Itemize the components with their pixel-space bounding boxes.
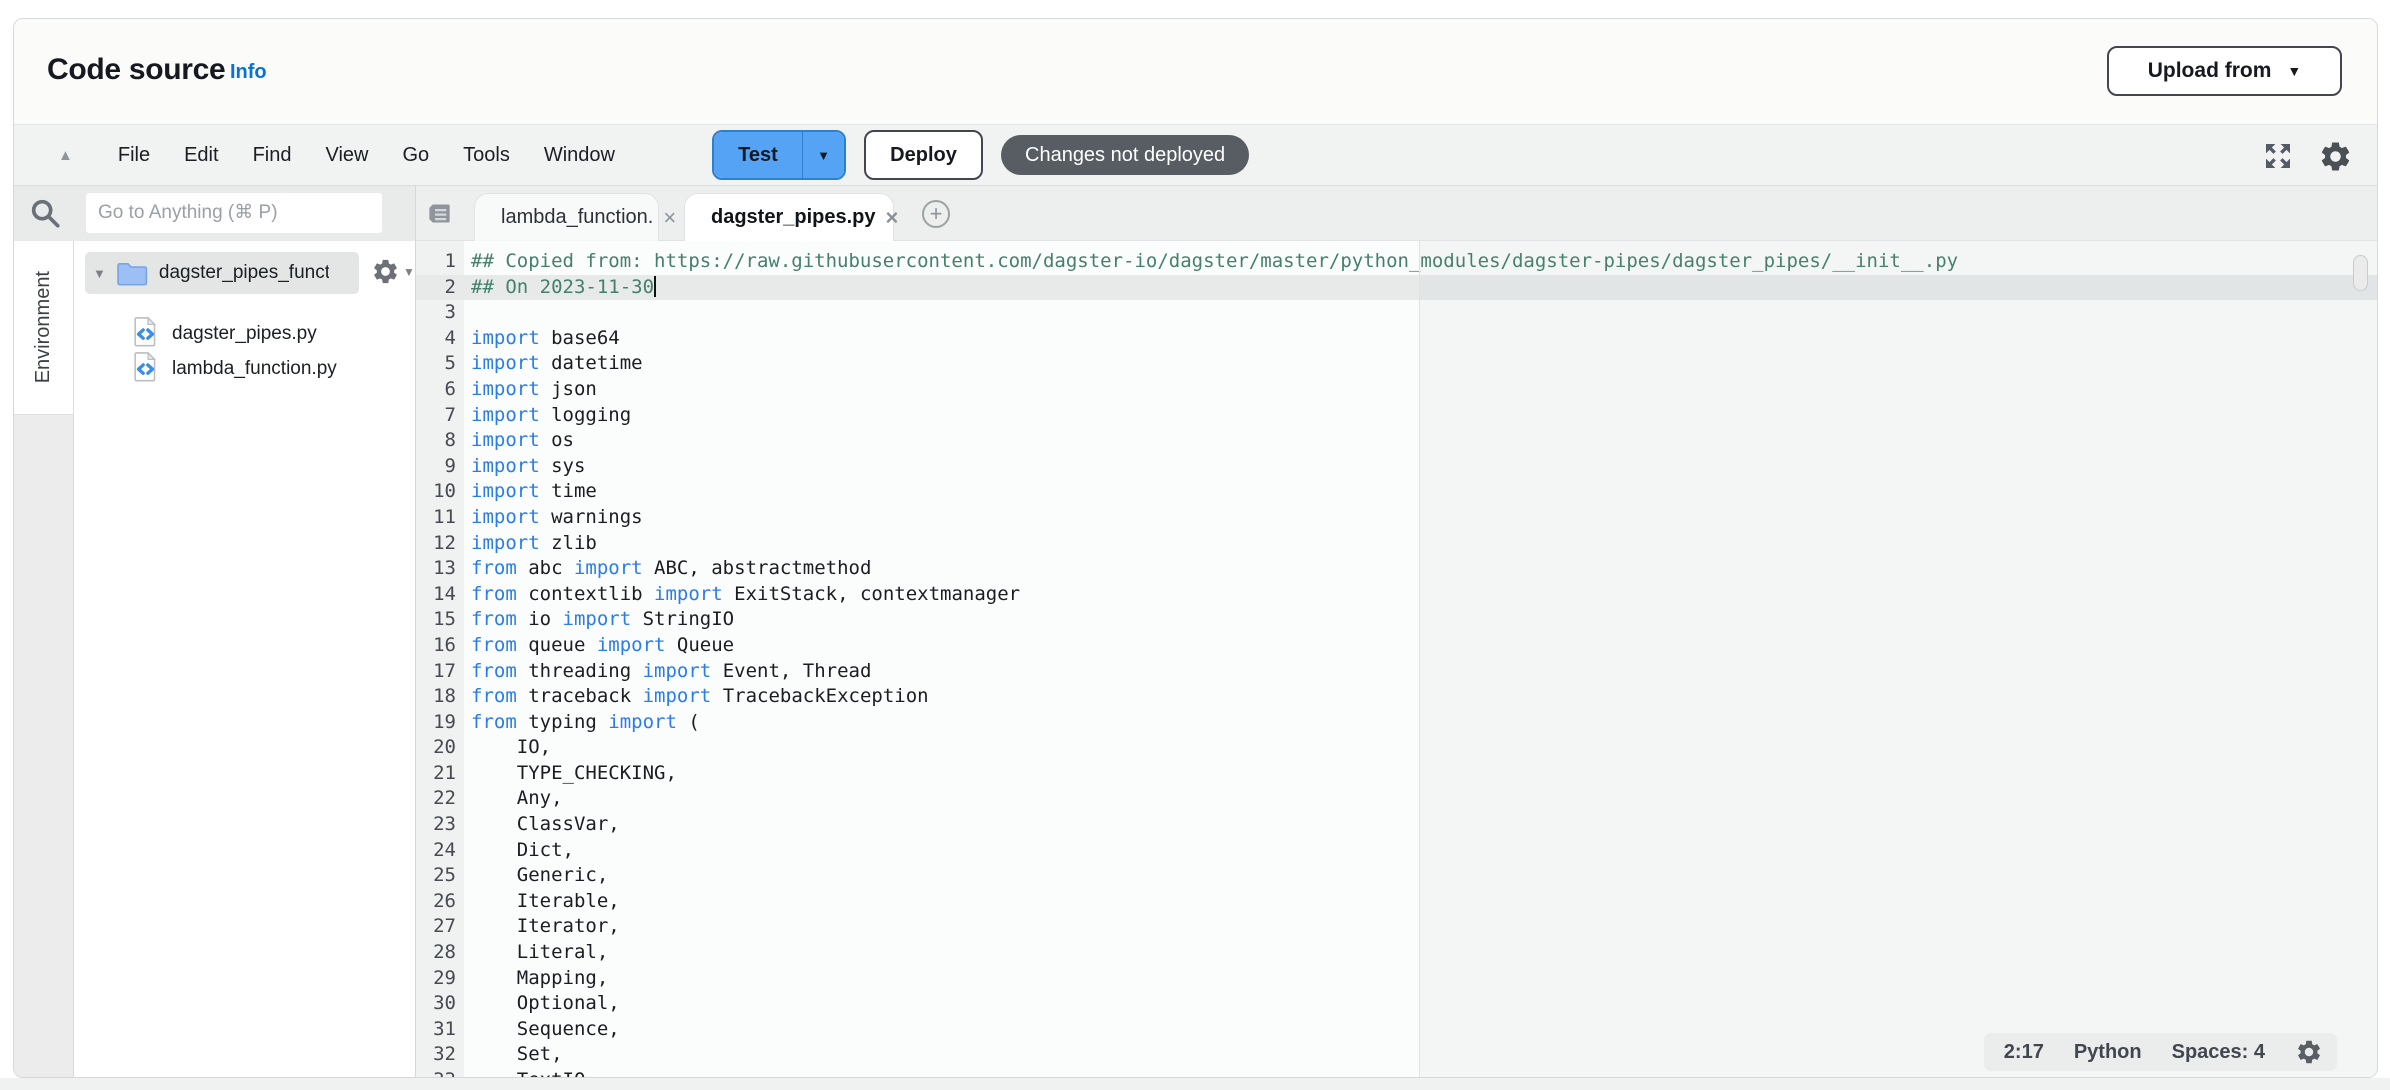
new-tab-button[interactable]: + xyxy=(922,200,950,228)
code-line-24[interactable]: 24 Dict, xyxy=(416,838,2377,864)
code-line-5[interactable]: 5import datetime xyxy=(416,351,2377,377)
upload-from-button[interactable]: Upload from ▼ xyxy=(2107,46,2342,96)
deploy-button[interactable]: Deploy xyxy=(864,130,983,180)
tab-label: dagster_pipes.py xyxy=(711,206,876,229)
code-line-10[interactable]: 10import time xyxy=(416,479,2377,505)
code-line-11[interactable]: 11import warnings xyxy=(416,505,2377,531)
tree-folder-label: dagster_pipes_funct xyxy=(159,262,329,284)
code-line-2[interactable]: 2## On 2023-11-30 xyxy=(416,275,2377,301)
run-cluster: Test ▼ Deploy Changes not deployed xyxy=(712,130,1249,180)
code-line-29[interactable]: 29 Mapping, xyxy=(416,966,2377,992)
code-source-panel: Code source Info Upload from ▼ ▲ FileEdi… xyxy=(13,18,2378,1078)
sidebar-search-row xyxy=(14,186,416,241)
cursor-position[interactable]: 2:17 xyxy=(2004,1041,2044,1064)
tree-expand-caret-icon[interactable]: ▼ xyxy=(93,266,106,281)
search-icon[interactable] xyxy=(28,196,62,235)
chevron-down-icon: ▼ xyxy=(2287,63,2301,79)
settings-gear-icon[interactable] xyxy=(2318,139,2353,174)
code-line-13[interactable]: 13from abc import ABC, abstractmethod xyxy=(416,556,2377,582)
code-line-27[interactable]: 27 Iterator, xyxy=(416,914,2377,940)
code-line-14[interactable]: 14from contextlib import ExitStack, cont… xyxy=(416,582,2377,608)
environment-strip: Environment xyxy=(14,241,74,1078)
editor-scrollbar[interactable] xyxy=(2353,255,2368,291)
code-line-30[interactable]: 30 Optional, xyxy=(416,991,2377,1017)
code-line-16[interactable]: 16from queue import Queue xyxy=(416,633,2377,659)
code-line-15[interactable]: 15from io import StringIO xyxy=(416,607,2377,633)
menu-item-window[interactable]: Window xyxy=(527,144,632,167)
page-background xyxy=(0,1078,2390,1090)
code-line-19[interactable]: 19from typing import ( xyxy=(416,710,2377,736)
menu-item-edit[interactable]: Edit xyxy=(167,144,235,167)
code-line-12[interactable]: 12import zlib xyxy=(416,531,2377,557)
code-line-28[interactable]: 28 Literal, xyxy=(416,940,2377,966)
spaces-setting[interactable]: Spaces: 4 xyxy=(2172,1041,2265,1064)
code-line-6[interactable]: 6import json xyxy=(416,377,2377,403)
code-line-21[interactable]: 21 TYPE_CHECKING, xyxy=(416,761,2377,787)
environment-label: Environment xyxy=(32,271,55,383)
code-editor[interactable]: 1## Copied from: https://raw.githubuserc… xyxy=(416,241,2377,1078)
menu-item-view[interactable]: View xyxy=(308,144,385,167)
tree-file-dagster_pipes.py[interactable]: dagster_pipes.py xyxy=(131,318,317,350)
test-dropdown-button[interactable]: ▼ xyxy=(802,132,844,178)
editor-tabbar: lambda_function. × dagster_pipes.py × + xyxy=(416,186,2377,241)
code-lines: 1## Copied from: https://raw.githubuserc… xyxy=(416,249,2377,1078)
menu-item-go[interactable]: Go xyxy=(385,144,446,167)
panel-header: Code source Info Upload from ▼ xyxy=(14,19,2377,124)
chevron-down-icon: ▼ xyxy=(403,265,415,279)
tab-dagster-pipes[interactable]: dagster_pipes.py × xyxy=(684,193,894,241)
tab-label: lambda_function. xyxy=(501,206,653,229)
code-line-25[interactable]: 25 Generic, xyxy=(416,863,2377,889)
test-split-button[interactable]: Test ▼ xyxy=(712,130,846,180)
tree-folder-row[interactable]: ▼ dagster_pipes_funct xyxy=(85,252,359,294)
upload-from-label: Upload from xyxy=(2148,59,2272,83)
file-tree: ▼ dagster_pipes_funct ▼ dagster_pipes.py… xyxy=(74,241,416,1078)
text-cursor xyxy=(654,276,656,297)
menu-item-find[interactable]: Find xyxy=(236,144,309,167)
code-line-20[interactable]: 20 IO, xyxy=(416,735,2377,761)
editor-statusbar: 2:17 Python Spaces: 4 xyxy=(1984,1033,2337,1071)
environment-tab[interactable]: Environment xyxy=(14,241,73,415)
code-line-9[interactable]: 9import sys xyxy=(416,454,2377,480)
deploy-status-badge: Changes not deployed xyxy=(1001,135,1249,175)
code-line-7[interactable]: 7import logging xyxy=(416,403,2377,429)
code-file-icon xyxy=(131,316,160,352)
code-file-icon xyxy=(131,351,160,387)
info-link[interactable]: Info xyxy=(230,61,267,84)
menu-items: FileEditFindViewGoToolsWindow xyxy=(101,144,632,167)
language-mode[interactable]: Python xyxy=(2074,1041,2142,1064)
code-line-26[interactable]: 26 Iterable, xyxy=(416,889,2377,915)
editor-menubar: ▲ FileEditFindViewGoToolsWindow Test ▼ D… xyxy=(14,124,2377,186)
fullscreen-icon[interactable] xyxy=(2262,140,2294,172)
statusbar-gear-icon[interactable] xyxy=(2295,1038,2323,1066)
collapse-menubar-icon[interactable]: ▲ xyxy=(58,147,73,164)
code-line-3[interactable]: 3 xyxy=(416,300,2377,326)
code-line-1[interactable]: 1## Copied from: https://raw.githubuserc… xyxy=(416,249,2377,275)
code-line-8[interactable]: 8import os xyxy=(416,428,2377,454)
menu-item-tools[interactable]: Tools xyxy=(446,144,527,167)
code-line-23[interactable]: 23 ClassVar, xyxy=(416,812,2377,838)
code-line-17[interactable]: 17from threading import Event, Thread xyxy=(416,659,2377,685)
folder-icon xyxy=(116,259,149,287)
tab-list-icon[interactable] xyxy=(426,200,453,232)
code-line-22[interactable]: 22 Any, xyxy=(416,786,2377,812)
goto-anything-input[interactable] xyxy=(86,193,382,233)
close-tab-icon[interactable]: × xyxy=(876,205,899,231)
code-line-18[interactable]: 18from traceback import TracebackExcepti… xyxy=(416,684,2377,710)
test-button[interactable]: Test xyxy=(714,132,802,178)
tab-lambda-function[interactable]: lambda_function. × xyxy=(474,193,659,241)
tree-settings-gear-icon[interactable]: ▼ xyxy=(371,257,415,286)
close-tab-icon[interactable]: × xyxy=(653,205,676,231)
tree-file-lambda_function.py[interactable]: lambda_function.py xyxy=(131,353,337,385)
menu-item-file[interactable]: File xyxy=(101,144,167,167)
page-title: Code source xyxy=(47,53,225,87)
code-line-4[interactable]: 4import base64 xyxy=(416,326,2377,352)
